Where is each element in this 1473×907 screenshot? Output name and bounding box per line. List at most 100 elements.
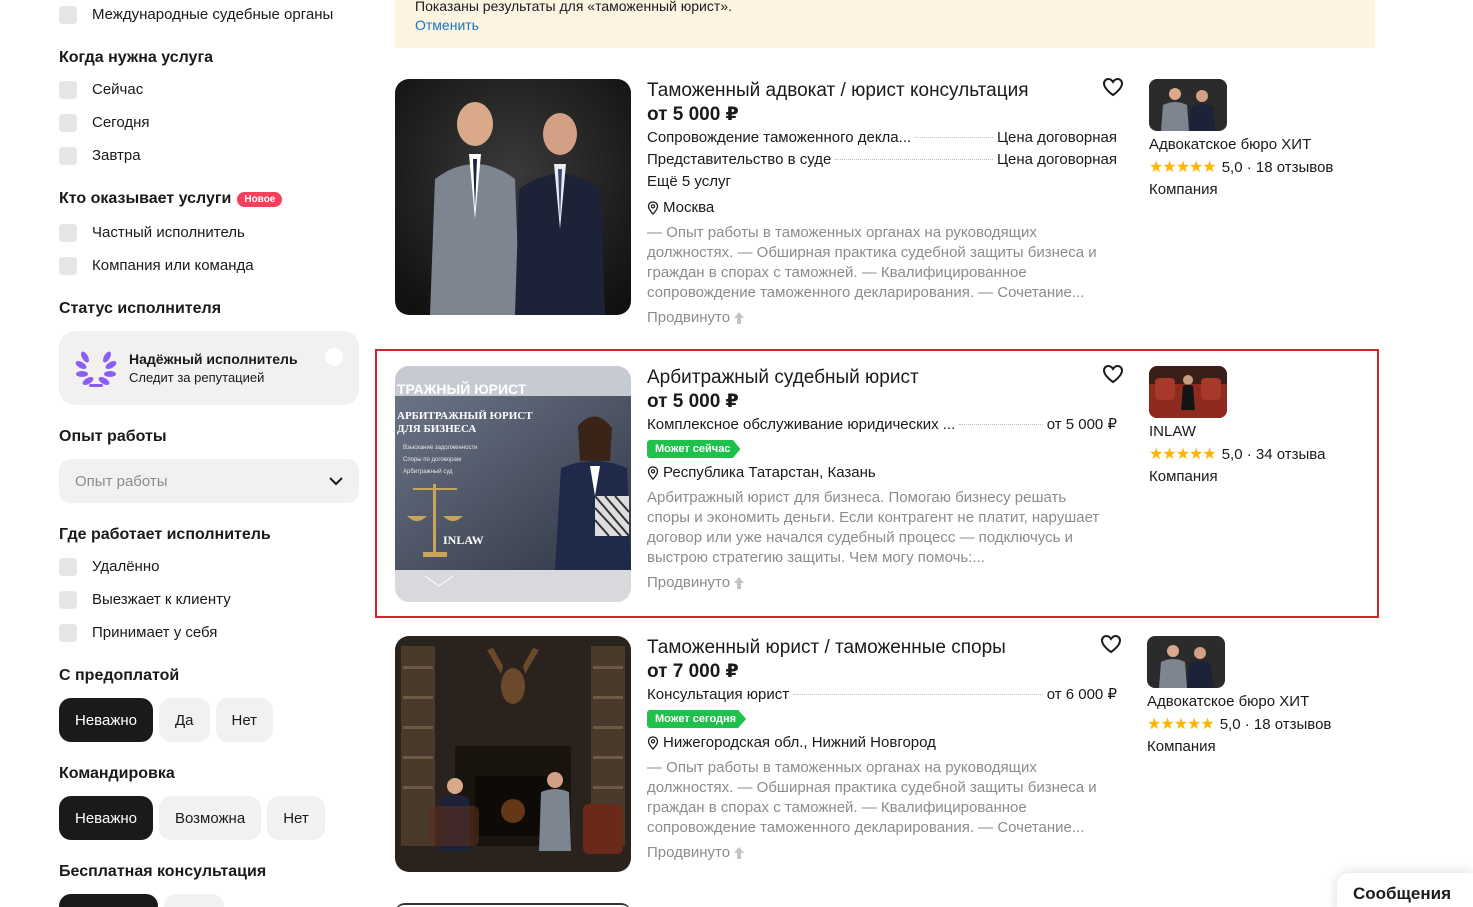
checkbox-today[interactable]: Сегодня <box>59 106 150 139</box>
listing-location: Москва <box>647 197 1117 219</box>
listing-title[interactable]: Арбитражный судебный юрист <box>647 366 1117 390</box>
seller-avatar[interactable] <box>1149 366 1227 418</box>
filter-title-status: Статус исполнителя <box>59 300 222 317</box>
trip-option-possible[interactable]: Возможна <box>158 796 262 840</box>
service-price: Цена договорная <box>996 129 1117 146</box>
checkbox-box[interactable] <box>59 223 77 242</box>
service-name: Консультация юрист <box>647 686 790 703</box>
prepay-option-no[interactable]: Нет <box>215 698 274 742</box>
checkbox-box[interactable] <box>59 5 77 24</box>
promoted-label: Продвинуто <box>647 309 1117 326</box>
filter-group-when: Сейчас Сегодня Завтра <box>59 73 150 172</box>
service-row: Консультация юрист от 6 000 ₽ <box>647 684 1117 706</box>
checkbox-label: Международные судебные органы <box>92 6 334 23</box>
seller-name[interactable]: Адвокатское бюро ХИТ <box>1149 136 1369 153</box>
listing-card[interactable]: ТРАЖНЫЙ ЮРИСТ АРБИТРАЖНЫЙ ЮРИСТ ДЛЯ БИЗН… <box>395 364 1375 606</box>
listing-card[interactable]: Таможенный адвокат / юрист консультация … <box>395 77 1375 329</box>
promoted-text: Продвинуто <box>647 844 731 861</box>
photo-heading-1: АРБИТРАЖНЫЙ ЮРИСТ <box>397 410 533 422</box>
filter-title-prepay: С предоплатой <box>59 667 180 684</box>
checkbox-tomorrow[interactable]: Завтра <box>59 139 150 172</box>
service-row: Представительство в суде Цена договорная <box>647 149 1117 171</box>
checkbox-box[interactable] <box>59 623 77 642</box>
photo-two-lawyers <box>395 79 631 315</box>
listing-price: от 5 000 ₽ <box>647 391 739 412</box>
leader-dots <box>959 424 1043 425</box>
listing-title[interactable]: Таможенный адвокат / юрист консультация <box>647 79 1117 103</box>
availability-tag: Может сегодня <box>647 710 747 728</box>
checkbox-box[interactable] <box>59 146 77 165</box>
listing-description: Арбитражный юрист для бизнеса. Помогаю б… <box>647 489 1100 566</box>
prepay-option-yes[interactable]: Да <box>158 698 210 742</box>
experience-select[interactable]: Опыт работы <box>59 459 359 503</box>
filter-title-trip: Командировка <box>59 765 175 782</box>
notice-cancel-link[interactable]: Отменить <box>415 17 1355 33</box>
free-consult-option-yes[interactable] <box>164 894 224 907</box>
favorite-heart-icon[interactable] <box>1100 634 1122 654</box>
filter-title-free-consult: Бесплатная консультация <box>59 863 267 880</box>
reliable-performer-card[interactable]: Надёжный исполнитель Следит за репутацие… <box>59 331 359 405</box>
listing-location: Республика Татарстан, Казань <box>647 462 1117 484</box>
seller-avatar[interactable] <box>1147 636 1225 688</box>
checkbox-now[interactable]: Сейчас <box>59 73 150 106</box>
checkbox-visits-client[interactable]: Выезжает к клиенту <box>59 583 231 616</box>
trip-option-any[interactable]: Неважно <box>59 796 153 840</box>
checkbox-label: Частный исполнитель <box>92 224 245 241</box>
next-listing-edge <box>395 903 631 907</box>
checkbox-box[interactable] <box>59 80 77 99</box>
messages-button[interactable]: Сообщения <box>1337 873 1473 907</box>
seller-rating: ★★★★★ 5,0 · 34 отзыва <box>1149 444 1369 464</box>
rating-text: 5,0 · 34 отзыва <box>1221 445 1326 463</box>
arrow-up-icon <box>734 576 745 589</box>
listing-photo[interactable] <box>395 79 631 315</box>
seller-info[interactable]: Адвокатское бюро ХИТ ★★★★★ 5,0 · 18 отзы… <box>1147 636 1367 755</box>
star-rating-icon: ★★★★★ <box>1149 159 1217 176</box>
checkbox-box[interactable] <box>59 256 77 275</box>
photo-library-lawyers <box>395 636 631 872</box>
prepay-option-any[interactable]: Неважно <box>59 698 153 742</box>
seller-avatar-image <box>1149 366 1227 418</box>
filter-group-where: Удалённо Выезжает к клиенту Принимает у … <box>59 550 231 649</box>
checkbox-private[interactable]: Частный исполнитель <box>59 216 254 249</box>
checkbox-box[interactable] <box>59 590 77 609</box>
checkbox-remote[interactable]: Удалённо <box>59 550 231 583</box>
listing-body: Таможенный юрист / таможенные споры от 7… <box>647 636 1117 861</box>
listing-card[interactable]: Таможенный юрист / таможенные споры от 7… <box>395 634 1375 886</box>
reliable-performer-text: Надёжный исполнитель Следит за репутацие… <box>129 351 298 385</box>
promoted-label: Продвинуто <box>647 574 1117 591</box>
photo-bullet: Споры по договорам <box>403 457 461 463</box>
checkbox-label: Завтра <box>92 147 141 164</box>
seller-name[interactable]: INLAW <box>1149 423 1369 440</box>
reliable-performer-toggle[interactable] <box>325 348 343 366</box>
checkbox-box[interactable] <box>59 557 77 576</box>
favorite-heart-icon[interactable] <box>1102 77 1124 97</box>
reliable-performer-title: Надёжный исполнитель <box>129 351 298 367</box>
listing-photo[interactable] <box>395 636 631 872</box>
promoted-label: Продвинуто <box>647 844 1117 861</box>
location-text: Нижегородская обл., Нижний Новгород <box>663 734 936 751</box>
checkbox-box[interactable] <box>59 113 77 132</box>
checkbox-international-courts[interactable]: Международные судебные органы <box>59 0 333 31</box>
photo-logo-text: INLAW <box>443 533 484 547</box>
seller-avatar[interactable] <box>1149 79 1227 131</box>
service-price: Цена договорная <box>996 151 1117 168</box>
seller-name[interactable]: Адвокатское бюро ХИТ <box>1147 693 1367 710</box>
checkbox-receives[interactable]: Принимает у себя <box>59 616 231 649</box>
seller-info[interactable]: INLAW ★★★★★ 5,0 · 34 отзыва Компания <box>1149 366 1369 485</box>
more-services-link[interactable]: Ещё 5 услуг <box>647 171 1117 193</box>
listing-description: — Опыт работы в таможенных органах на ру… <box>647 759 1097 836</box>
listing-title[interactable]: Таможенный юрист / таможенные споры <box>647 636 1117 660</box>
service-price: от 6 000 ₽ <box>1046 686 1117 703</box>
seller-info[interactable]: Адвокатское бюро ХИТ ★★★★★ 5,0 · 18 отзы… <box>1149 79 1369 198</box>
favorite-heart-icon[interactable] <box>1102 364 1124 384</box>
photo-banner-text: ТРАЖНЫЙ ЮРИСТ <box>397 380 527 397</box>
promoted-text: Продвинуто <box>647 574 731 591</box>
filter-title-where: Где работает исполнитель <box>59 526 271 543</box>
free-consult-option-any[interactable] <box>59 894 158 907</box>
star-rating-icon: ★★★★★ <box>1149 446 1217 463</box>
listing-photo[interactable]: ТРАЖНЫЙ ЮРИСТ АРБИТРАЖНЫЙ ЮРИСТ ДЛЯ БИЗН… <box>395 366 631 602</box>
seller-avatar-image <box>1147 636 1225 688</box>
checkbox-company[interactable]: Компания или команда <box>59 249 254 282</box>
trip-option-no[interactable]: Нет <box>267 796 325 840</box>
photo-bullet: Взыскание задолженности <box>403 445 478 451</box>
